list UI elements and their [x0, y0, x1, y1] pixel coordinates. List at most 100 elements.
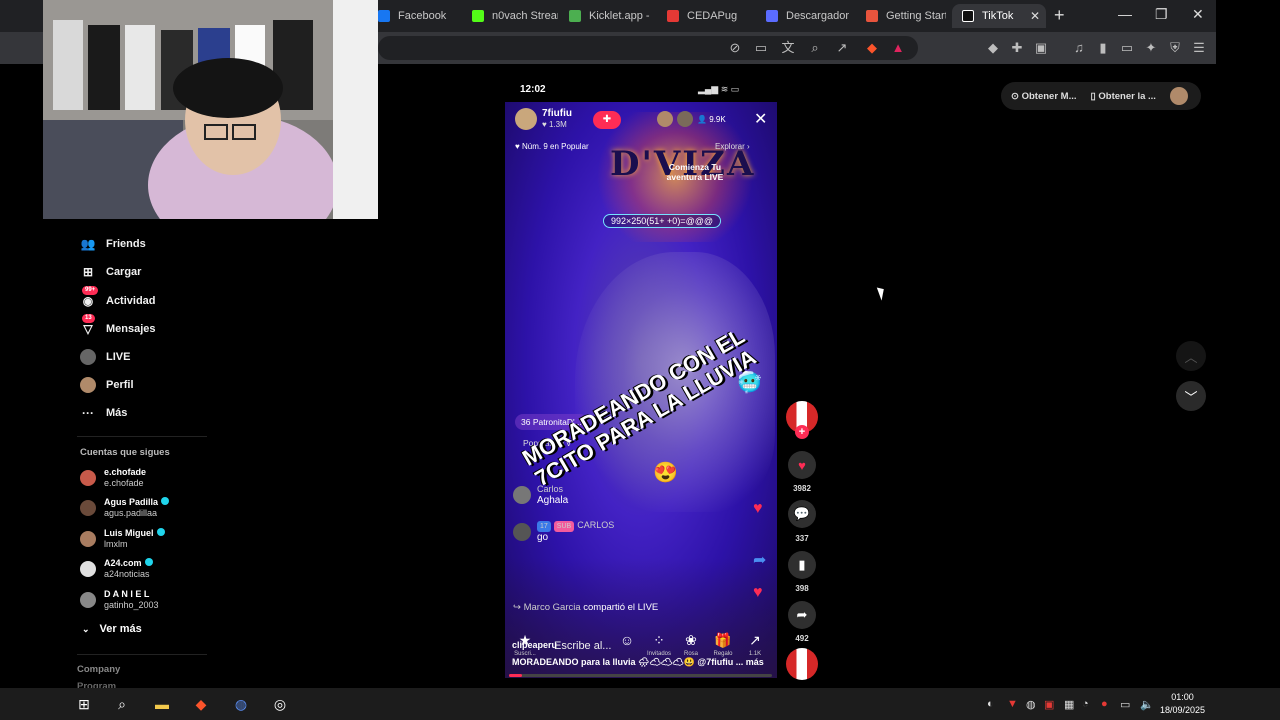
sidebar-item-live[interactable]: ● LIVE — [80, 348, 130, 366]
wallet-icon[interactable]: ▭ — [1119, 40, 1135, 56]
save-count: 398 — [795, 584, 809, 593]
tab-descargador[interactable]: Descargador — [766, 4, 854, 28]
following-item[interactable]: D A N I E Lgatinho_2003 — [80, 587, 159, 613]
tab-cedapug[interactable]: CEDAPug — [667, 4, 753, 28]
sidebar-item-upload[interactable]: ⊞ Cargar — [80, 263, 142, 281]
live-host-info[interactable]: 7fiufiu ♥ 1.3M — [515, 108, 572, 130]
share-icon[interactable]: ↗ — [745, 632, 765, 649]
get-desktop-pill[interactable]: ▯ Obtener la ... — [1091, 91, 1156, 102]
sidebar-divider — [77, 654, 207, 655]
minimize-button[interactable]: — — [1118, 6, 1132, 22]
video-caption[interactable]: MORADEANDO para la lluvia 🌧☁☁☁😃 @7fiufiu… — [512, 657, 764, 668]
extension-icon[interactable]: ◆ — [985, 40, 1001, 56]
live-stream-view[interactable]: D'VIZA 7fiufiu ♥ 1.3M ✚ 👤 9.9K ✕ ♥ Núm. … — [505, 102, 777, 678]
footer-link-company[interactable]: Company — [77, 664, 120, 675]
messages-badge: 13 — [82, 314, 95, 323]
zoom-icon[interactable]: ⌕ — [807, 40, 823, 56]
comment-button[interactable]: 💬 — [788, 500, 816, 528]
rose-icon[interactable]: ❀ — [681, 632, 701, 649]
video-progress[interactable] — [509, 674, 772, 677]
sidebar-item-messages[interactable]: ▽ 13 Mensajes — [80, 314, 156, 338]
tray-app-icon[interactable]: ● — [1101, 698, 1108, 710]
tab-n0vach[interactable]: n0vach Stream — [472, 4, 558, 28]
new-tab-button[interactable]: + — [1054, 5, 1065, 26]
share-notification: ↪ Marco Garcia compartió el LIVE — [513, 602, 659, 613]
brave-shield-icon[interactable]: ◆ — [864, 40, 880, 56]
tab-facebook[interactable]: Facebook — [378, 4, 462, 28]
chevron-up-icon: ︿ — [1184, 349, 1198, 365]
tab-getting-started[interactable]: Getting Starte — [866, 4, 946, 28]
guests-icon[interactable]: ⁘ — [649, 632, 669, 649]
sidebar-divider — [77, 436, 207, 437]
mute-icon[interactable]: ⊘ — [727, 40, 743, 56]
sidebar-icon[interactable]: ▮ — [1095, 40, 1111, 56]
discord-icon[interactable]: ◐ — [987, 698, 994, 710]
footer-link-program[interactable]: Program — [77, 681, 116, 688]
tray-app-icon[interactable]: ▦ — [1064, 698, 1074, 711]
comment-input[interactable]: Escribe al... — [554, 640, 611, 652]
follow-host-button[interactable]: ✚ — [593, 111, 621, 129]
tab-kicklet[interactable]: Kicklet.app - — [569, 4, 655, 28]
follow-plus-icon[interactable]: + — [795, 425, 809, 439]
share-button[interactable]: ➦ — [788, 601, 816, 629]
screenshot-icon[interactable]: ▣ — [1033, 40, 1049, 56]
volume-icon[interactable]: 🔈 — [1140, 698, 1154, 711]
brave-browser-icon[interactable]: ◆ — [191, 694, 211, 714]
host-likes: ♥ 1.3M — [542, 120, 567, 129]
maximize-button[interactable]: ❐ — [1155, 6, 1168, 23]
following-item[interactable]: A24.com a24noticias — [80, 556, 153, 582]
file-explorer-icon[interactable]: ▬ — [152, 694, 172, 714]
live-icon: ● — [80, 349, 96, 365]
popular-rank[interactable]: ♥ Núm. 9 en Popular — [515, 142, 589, 151]
live-viewers[interactable]: 👤 9.9K — [657, 111, 726, 127]
save-button[interactable]: ▮ — [788, 551, 816, 579]
search-icon[interactable]: ⌕ — [112, 694, 132, 714]
sound-avatar[interactable] — [786, 648, 818, 680]
see-more-button[interactable]: ⌄ Ver más — [82, 623, 142, 635]
media-icon[interactable]: ♫ — [1071, 40, 1087, 56]
previous-video-button[interactable]: ︿ — [1176, 341, 1206, 371]
tray-app-icon[interactable]: ▼ — [1007, 698, 1018, 710]
sidebar-item-friends[interactable]: 👥 Friends — [80, 235, 146, 253]
gift-icon[interactable]: 🎁 — [713, 632, 733, 649]
vpn-icon[interactable]: ⛨ — [1167, 40, 1183, 56]
sidebar-item-profile[interactable]: ● Perfil — [80, 376, 134, 394]
get-app-pill[interactable]: ⊙ Obtener M... — [1011, 91, 1077, 102]
obs-icon[interactable]: ◎ — [270, 694, 290, 714]
close-tab-icon[interactable]: ✕ — [1030, 9, 1040, 23]
viewer-avatar — [657, 111, 673, 127]
chrome-icon[interactable]: ◍ — [231, 694, 251, 714]
leo-icon[interactable]: ✦ — [1143, 40, 1159, 56]
cast-icon[interactable]: ▭ — [753, 40, 769, 56]
like-count: 3982 — [793, 484, 811, 493]
share-live-icon[interactable]: ➦ — [753, 550, 766, 570]
puzzle-icon[interactable]: ✚ — [1009, 40, 1025, 56]
translate-icon[interactable]: 文 — [780, 40, 796, 56]
live-promo[interactable]: Comienza Tu aventura LIVE — [660, 162, 730, 182]
tray-app-icon[interactable]: ◍ — [1026, 698, 1036, 711]
close-window-button[interactable]: ✕ — [1192, 6, 1204, 23]
avatar — [80, 500, 96, 516]
menu-icon[interactable]: ☰ — [1191, 40, 1207, 56]
heart-eyes-emoji: 😍 — [653, 462, 678, 484]
caption-author[interactable]: clipeaperu — [512, 640, 557, 650]
tray-app-icon[interactable]: ▣ — [1044, 698, 1054, 711]
emoji-icon[interactable]: ☺ — [617, 632, 637, 648]
explore-link[interactable]: Explorar › — [715, 142, 750, 151]
following-item[interactable]: Agus Padilla agus.padillaa — [80, 495, 170, 521]
tab-tiktok[interactable]: TikTok ✕ — [952, 4, 1046, 28]
steam-icon[interactable]: ◔ — [1082, 698, 1089, 710]
sidebar-item-activity[interactable]: ◉ 99+ Actividad — [80, 286, 156, 310]
user-avatar[interactable] — [1169, 87, 1188, 105]
taskbar-clock[interactable]: 01:00 18/09/2025 — [1160, 691, 1205, 717]
share-icon[interactable]: ↗ — [834, 40, 850, 56]
windows-start-icon[interactable]: ⊞ — [74, 694, 94, 714]
network-icon[interactable]: ▭ — [1120, 698, 1130, 711]
following-item[interactable]: e.chofade e.chofade — [80, 465, 146, 491]
next-video-button[interactable]: ﹀ — [1176, 381, 1206, 411]
close-live-icon[interactable]: ✕ — [754, 109, 767, 129]
like-button[interactable]: ♥ — [788, 451, 816, 479]
brave-rewards-icon[interactable]: ▲ — [890, 40, 906, 56]
sidebar-item-more[interactable]: ··· Más — [80, 404, 127, 422]
following-item[interactable]: Luis Miguel lmxlm — [80, 526, 165, 552]
